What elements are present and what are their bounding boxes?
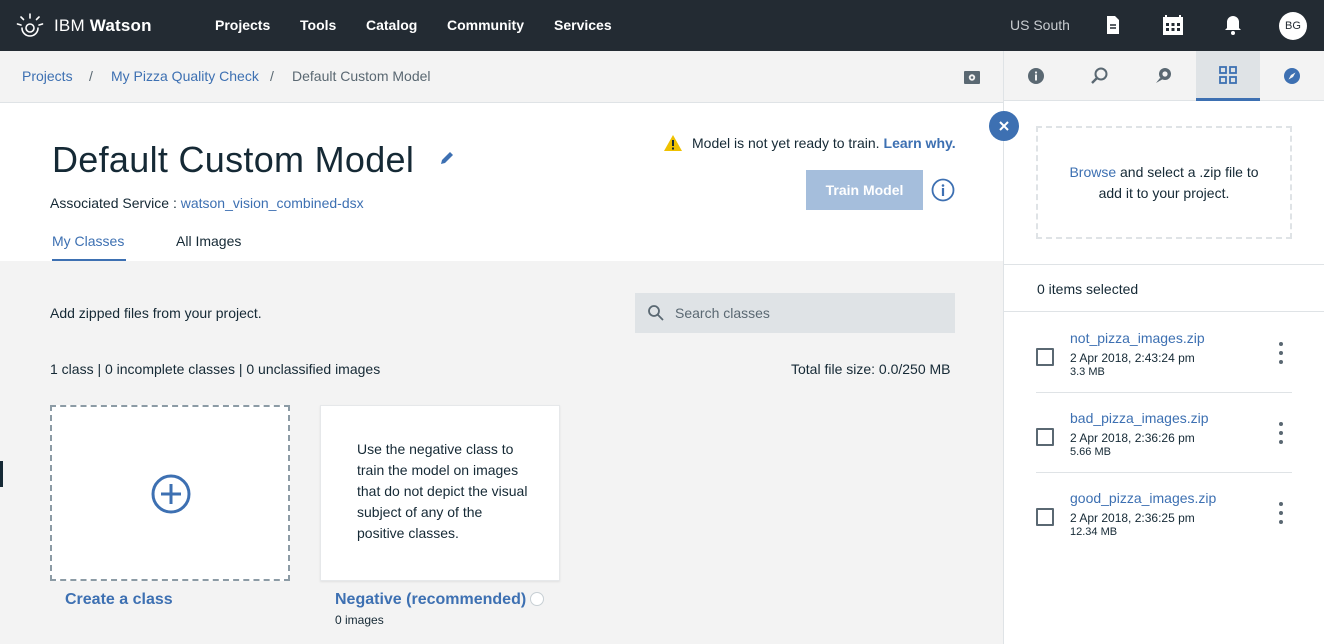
file-date: 2 Apr 2018, 2:36:26 pm <box>1070 431 1195 445</box>
brand-prefix: IBM <box>54 16 85 35</box>
top-navigation: IBM Watson Projects Tools Catalog Commun… <box>0 0 1324 51</box>
file-dropzone[interactable]: Browse and select a .zip file to add it … <box>1036 126 1292 239</box>
total-file-size: Total file size: 0.0/250 MB <box>791 361 951 377</box>
tab-explore[interactable] <box>1260 51 1324 101</box>
create-class-card[interactable] <box>50 405 290 581</box>
browse-hint-2: add it to your project. <box>1098 184 1230 201</box>
nav-catalog[interactable]: Catalog <box>366 17 417 33</box>
data-grid-icon <box>1219 64 1237 85</box>
document-icon[interactable] <box>1101 13 1125 37</box>
nav-community[interactable]: Community <box>447 17 524 33</box>
tab-my-classes[interactable]: My Classes <box>52 233 126 261</box>
file-item: bad_pizza_images.zip 2 Apr 2018, 2:36:26… <box>1004 393 1324 473</box>
compass-icon <box>1284 68 1300 84</box>
negative-class-description: Use the negative class to train the mode… <box>357 441 528 541</box>
negative-image-count: 0 images <box>335 613 384 627</box>
watson-avatar-icon <box>16 13 44 37</box>
browse-link[interactable]: Browse <box>1069 164 1116 180</box>
negative-class-label[interactable]: Negative (recommended) <box>335 591 526 609</box>
window-edge <box>0 461 3 487</box>
user-avatar[interactable]: BG <box>1279 12 1307 40</box>
search-icon <box>648 305 664 321</box>
add-files-hint: Add zipped files from your project. <box>50 305 262 321</box>
selection-bar: 0 items selected <box>1004 264 1324 312</box>
warning-icon <box>664 135 682 151</box>
file-item: not_pizza_images.zip 2 Apr 2018, 2:43:24… <box>1004 313 1324 393</box>
data-panel: Browse and select a .zip file to add it … <box>1003 51 1324 644</box>
calendar-grid-icon[interactable] <box>1161 13 1185 37</box>
find-refresh-icon <box>1091 67 1108 84</box>
tab-search-models[interactable] <box>1068 51 1132 101</box>
panel-tabs <box>1004 51 1324 101</box>
file-date: 2 Apr 2018, 2:43:24 pm <box>1070 351 1195 365</box>
breadcrumb: Projects / My Pizza Quality Check / Defa… <box>0 51 1003 103</box>
breadcrumb-separator: / <box>270 68 274 84</box>
browse-hint-1: and select a .zip file to <box>1116 163 1259 180</box>
file-checkbox[interactable] <box>1036 508 1054 526</box>
settings-icon[interactable] <box>962 67 982 87</box>
tab-data-assets[interactable] <box>1196 51 1260 101</box>
warning-text: Model is not yet ready to train. <box>692 135 880 151</box>
file-date: 2 Apr 2018, 2:36:25 pm <box>1070 511 1195 525</box>
overflow-menu-icon[interactable] <box>1276 341 1286 365</box>
chat-icon <box>1156 68 1171 83</box>
tab-all-images[interactable]: All Images <box>176 233 241 249</box>
file-name[interactable]: not_pizza_images.zip <box>1070 330 1205 346</box>
brand-product: Watson <box>89 16 152 35</box>
brand-name: IBM Watson <box>54 16 152 36</box>
file-checkbox[interactable] <box>1036 348 1054 366</box>
service-label: Associated Service : <box>50 195 177 211</box>
nav-tools[interactable]: Tools <box>300 17 336 33</box>
tab-collaborators[interactable] <box>1132 51 1196 101</box>
class-counts: 1 class | 0 incomplete classes | 0 uncla… <box>50 361 381 377</box>
service-link[interactable]: watson_vision_combined-dsx <box>181 195 364 211</box>
overflow-menu-icon[interactable] <box>1276 501 1286 525</box>
negative-class-card[interactable]: Use the negative class to train the mode… <box>320 405 560 581</box>
associated-service: Associated Service : watson_vision_combi… <box>50 195 364 211</box>
notification-bell-icon[interactable] <box>1221 13 1245 37</box>
classes-content: Add zipped files from your project. 1 cl… <box>0 261 1003 644</box>
file-size: 3.3 MB <box>1070 366 1105 378</box>
learn-why-link[interactable]: Learn why. <box>884 135 956 151</box>
tab-info[interactable] <box>1004 51 1068 101</box>
nav-projects[interactable]: Projects <box>215 17 270 33</box>
info-icon[interactable] <box>931 178 955 202</box>
close-icon <box>999 121 1009 131</box>
breadcrumb-projects[interactable]: Projects <box>22 68 73 84</box>
negative-class-radio[interactable] <box>530 592 544 606</box>
region-selector[interactable]: US South <box>1010 17 1070 33</box>
items-selected-count: 0 items selected <box>1037 281 1139 297</box>
train-model-button[interactable]: Train Model <box>806 170 923 210</box>
nav-services[interactable]: Services <box>554 17 612 33</box>
file-checkbox[interactable] <box>1036 428 1054 446</box>
file-name[interactable]: good_pizza_images.zip <box>1070 490 1216 506</box>
overflow-menu-icon[interactable] <box>1276 421 1286 445</box>
edit-pencil-icon[interactable] <box>438 149 456 167</box>
model-header: Default Custom Model Associated Service … <box>0 103 1003 261</box>
file-item: good_pizza_images.zip 2 Apr 2018, 2:36:2… <box>1004 473 1324 553</box>
add-circle-icon <box>151 474 191 514</box>
file-size: 12.34 MB <box>1070 526 1118 538</box>
breadcrumb-project-name[interactable]: My Pizza Quality Check <box>111 68 259 84</box>
page-title: Default Custom Model <box>52 139 415 180</box>
info-circle-icon <box>1028 68 1044 84</box>
breadcrumb-separator: / <box>89 68 93 84</box>
close-panel-button[interactable] <box>989 111 1019 141</box>
search-classes[interactable] <box>635 293 955 333</box>
breadcrumb-current: Default Custom Model <box>292 68 431 84</box>
create-class-label[interactable]: Create a class <box>65 591 173 609</box>
search-input[interactable] <box>675 305 945 321</box>
file-size: 5.66 MB <box>1070 446 1111 458</box>
training-warning: Model is not yet ready to train. Learn w… <box>663 134 956 152</box>
watson-logo[interactable]: IBM Watson <box>16 12 152 40</box>
file-name[interactable]: bad_pizza_images.zip <box>1070 410 1209 426</box>
